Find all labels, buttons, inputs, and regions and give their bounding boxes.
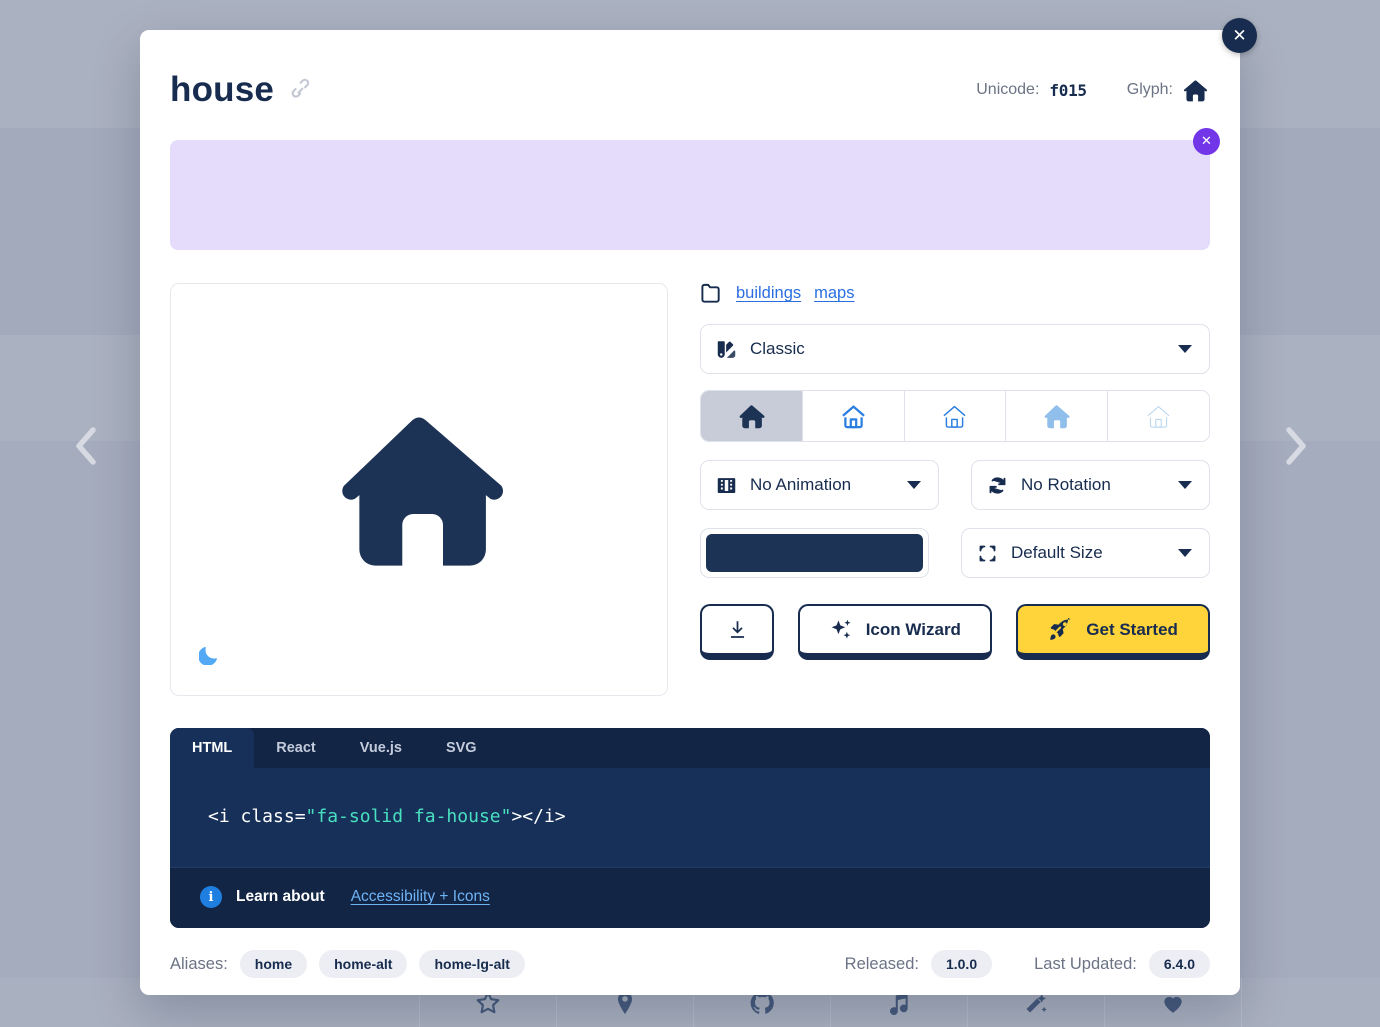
glyph-group: Glyph: [1127,79,1208,102]
close-modal-button[interactable]: ✕ [1222,18,1257,53]
moon-icon[interactable] [199,643,219,670]
released-label: Released: [845,955,919,974]
code-panel: HTML React Vue.js SVG <i class="fa-solid… [170,728,1210,928]
icon-style-swatch-icon [716,339,737,360]
promo-banner[interactable] [170,140,1210,250]
aliases-group: Aliases: home home-alt home-lg-alt [170,950,525,978]
download-button[interactable] [700,604,774,660]
icon-controls: buildings maps Classic [700,283,1210,696]
icon-family-value: Classic [750,339,1165,359]
alias-pill[interactable]: home [240,950,307,978]
animation-value: No Animation [750,475,894,495]
chevron-down-icon [1178,481,1192,489]
learn-about-label: Learn about [236,888,325,906]
prev-icon-button[interactable] [58,418,114,474]
unicode-group: Unicode: f015 [976,81,1087,100]
chevron-right-icon [1281,424,1311,468]
color-size-row: Default Size [700,528,1210,578]
tab-react[interactable]: React [254,728,338,768]
get-started-button[interactable]: Get Started [1016,604,1210,660]
promo-banner-wrap: ✕ [170,140,1210,250]
expand-icon [977,543,998,564]
accessibility-link[interactable]: Accessibility + Icons [351,888,490,906]
modal-footer: Aliases: home home-alt home-lg-alt Relea… [140,928,1240,978]
icon-family-select[interactable]: Classic [700,324,1210,374]
icon-style-picker [700,390,1210,442]
category-link-buildings[interactable]: buildings [736,284,801,303]
code-suffix: ></i> [511,806,565,827]
last-updated-label: Last Updated: [1034,955,1137,974]
chevron-left-icon [71,424,101,468]
tab-vue[interactable]: Vue.js [338,728,424,768]
color-swatch-fill [706,534,923,572]
last-updated-value: 6.4.0 [1149,950,1210,978]
info-icon: i [200,886,222,908]
code-snippet: <i class="fa-solid fa-house"></i> [208,806,1172,827]
icon-detail-modal: house Unicode: f015 Glyph: [140,30,1240,995]
style-option-light[interactable] [905,391,1007,441]
style-option-solid[interactable] [701,391,803,441]
category-link-maps[interactable]: maps [814,284,854,303]
modal-body: buildings maps Classic [140,250,1240,696]
aliases-label: Aliases: [170,955,228,974]
version-group: Released: 1.0.0 Last Updated: 6.4.0 [845,950,1210,978]
house-glyph-icon [1183,79,1208,102]
chevron-down-icon [907,481,921,489]
film-icon [716,475,737,496]
tab-svg[interactable]: SVG [424,728,499,768]
unicode-value: f015 [1049,81,1086,100]
folder-icon [700,283,723,304]
chevron-down-icon [1178,345,1192,353]
alias-pill[interactable]: home-alt [319,950,407,978]
sparkles-icon [830,618,853,641]
modal-header: house Unicode: f015 Glyph: [140,30,1240,110]
rotate-icon [987,475,1008,496]
next-icon-button[interactable] [1268,418,1324,474]
close-banner-button[interactable]: ✕ [1193,128,1220,155]
style-option-duotone[interactable] [1006,391,1108,441]
header-meta: Unicode: f015 Glyph: [976,79,1208,102]
page-title: house [170,70,274,110]
house-solid-icon [328,410,510,570]
rotation-value: No Rotation [1021,475,1165,495]
code-prefix: <i class= [208,806,306,827]
code-tabs: HTML React Vue.js SVG [170,728,1210,768]
chevron-down-icon [1178,549,1192,557]
icon-color-picker[interactable] [700,528,929,578]
rotation-select[interactable]: No Rotation [971,460,1210,510]
title-group: house [170,70,313,110]
size-value: Default Size [1011,543,1165,563]
style-option-thin[interactable] [1108,391,1209,441]
get-started-label: Get Started [1086,620,1178,640]
alias-pill[interactable]: home-lg-alt [419,950,524,978]
size-select[interactable]: Default Size [961,528,1210,578]
code-footer: i Learn about Accessibility + Icons [170,867,1210,928]
released-value: 1.0.0 [931,950,992,978]
code-class-string: "fa-solid fa-house" [306,806,512,827]
link-icon[interactable] [288,78,313,103]
icon-wizard-label: Icon Wizard [866,620,961,640]
categories-row: buildings maps [700,283,1210,304]
animation-rotation-row: No Animation No Rotation [700,460,1210,510]
icon-wizard-button[interactable]: Icon Wizard [798,604,992,660]
rocket-icon [1048,618,1073,641]
action-buttons: Icon Wizard Get Started [700,604,1210,660]
download-icon [727,619,748,640]
tab-html[interactable]: HTML [170,728,254,768]
code-body[interactable]: <i class="fa-solid fa-house"></i> [170,768,1210,867]
page-root: ✕ house Unicode: f015 Glyph: [0,0,1380,1027]
icon-preview-card [170,283,668,696]
style-option-regular[interactable] [803,391,905,441]
unicode-label: Unicode: [976,81,1039,99]
animation-select[interactable]: No Animation [700,460,939,510]
glyph-label: Glyph: [1127,81,1173,99]
